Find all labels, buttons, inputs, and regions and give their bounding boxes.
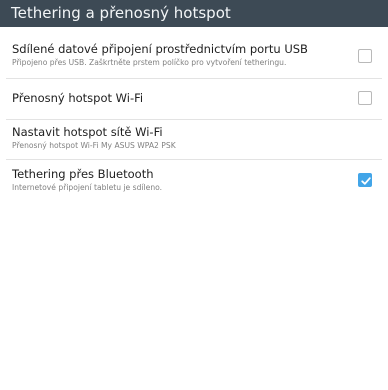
setting-summary: Připojeno přes USB. Zaškrtněte prstem po… — [12, 58, 287, 67]
setting-wifi-hotspot[interactable]: Přenosný hotspot Wi-Fi — [0, 79, 388, 119]
setting-usb-tethering[interactable]: Sdílené datové připojení prostřednictvím… — [0, 35, 388, 75]
setting-title: Přenosný hotspot Wi-Fi — [12, 91, 144, 105]
bluetooth-tethering-checkbox[interactable] — [358, 173, 372, 187]
action-bar: Tethering a přenosný hotspot — [0, 0, 388, 27]
wifi-hotspot-checkbox[interactable] — [358, 91, 372, 105]
checkmark-icon — [361, 177, 371, 185]
setting-summary: Přenosný hotspot Wi-Fi My ASUS WPA2 PSK — [12, 141, 176, 150]
setting-title: Sdílené datové připojení prostřednictvím… — [12, 42, 308, 56]
setting-summary: Internetové připojení tabletu je sdíleno… — [12, 183, 163, 192]
setting-configure-hotspot[interactable]: Nastavit hotspot sítě Wi-Fi Přenosný hot… — [0, 120, 388, 158]
page-title: Tethering a přenosný hotspot — [11, 4, 231, 22]
setting-title: Nastavit hotspot sítě Wi-Fi — [12, 125, 163, 139]
setting-title: Tethering přes Bluetooth — [12, 167, 154, 181]
setting-bluetooth-tethering[interactable]: Tethering přes Bluetooth Internetové při… — [0, 160, 388, 202]
usb-tethering-checkbox[interactable] — [358, 49, 372, 63]
